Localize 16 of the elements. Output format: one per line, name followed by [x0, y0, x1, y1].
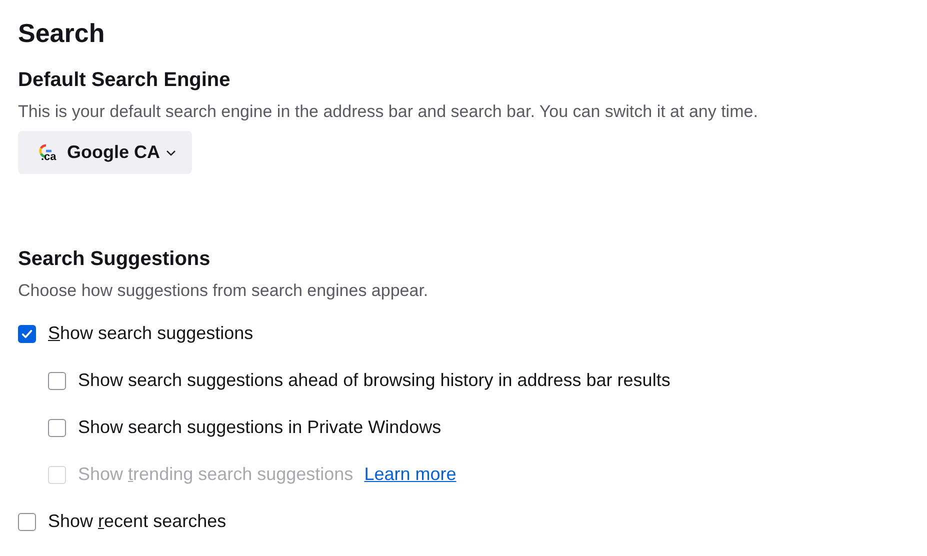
- checkbox-label: Show search suggestions ahead of browsing history in address bar results: [78, 370, 670, 391]
- chevron-down-icon: [166, 150, 176, 156]
- section-description: This is your default search engine in the address bar and search bar. You can switch it at any time.: [18, 102, 759, 122]
- checkbox[interactable]: [18, 324, 36, 342]
- section-heading: Search Suggestions: [18, 248, 212, 271]
- page-title: Search: [18, 18, 106, 49]
- section-description: Choose how suggestions from search engines appear.: [18, 281, 430, 301]
- checkbox-label: Show recent searches: [48, 511, 226, 532]
- checkbox-label: Show search suggestions in Private Windows: [78, 417, 442, 438]
- checkbox-label: Show search suggestions: [48, 323, 254, 344]
- checkbox[interactable]: [18, 512, 36, 530]
- checkbox[interactable]: [48, 418, 66, 436]
- section-heading: Default Search Engine: [18, 69, 232, 92]
- search-engine-dropdown[interactable]: .ca Google CA: [18, 131, 192, 174]
- checkbox[interactable]: [48, 372, 66, 390]
- checkbox-label: Show trending search suggestions: [78, 464, 354, 485]
